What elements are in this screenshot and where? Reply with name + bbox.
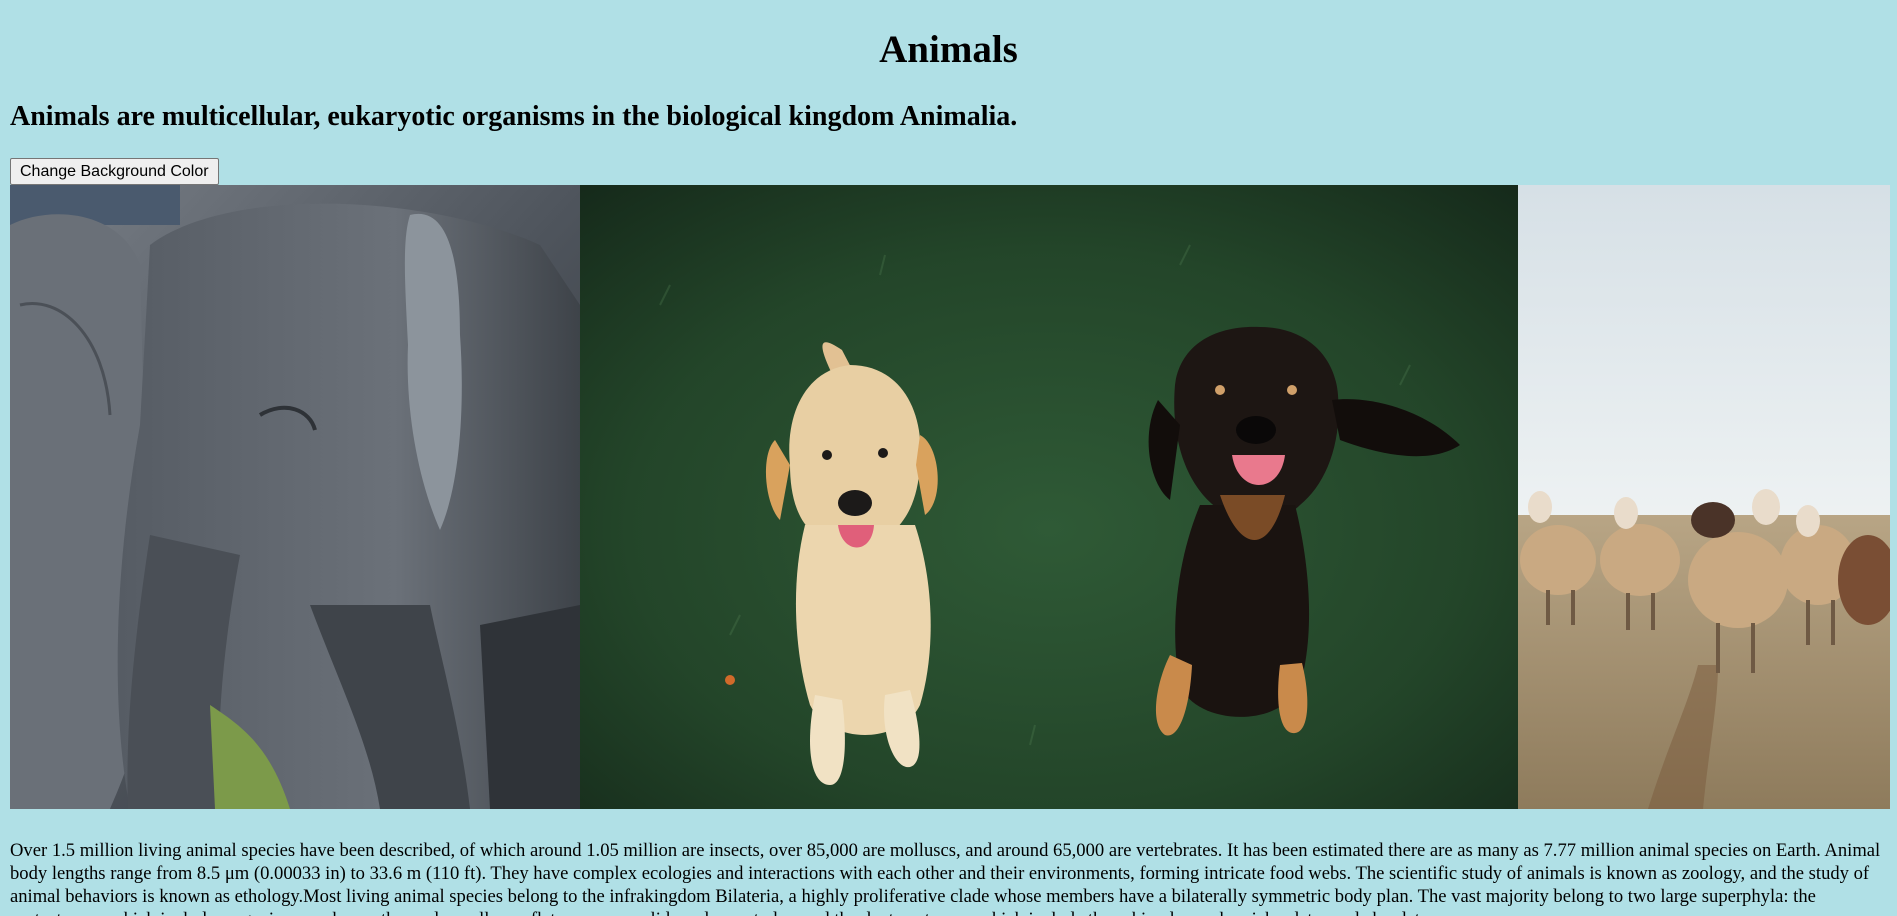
description-paragraph: Over 1.5 million living animal species h… — [10, 840, 1881, 916]
page-title: Animals — [879, 28, 1018, 71]
sheep-photo — [1518, 185, 1890, 809]
change-background-color-button[interactable]: Change Background Color — [10, 158, 219, 185]
elephant-photo — [10, 185, 580, 809]
image-gallery — [10, 185, 1890, 809]
page-subtitle: Animals are multicellular, eukaryotic or… — [10, 101, 1018, 132]
dogs-photo — [580, 185, 1518, 809]
